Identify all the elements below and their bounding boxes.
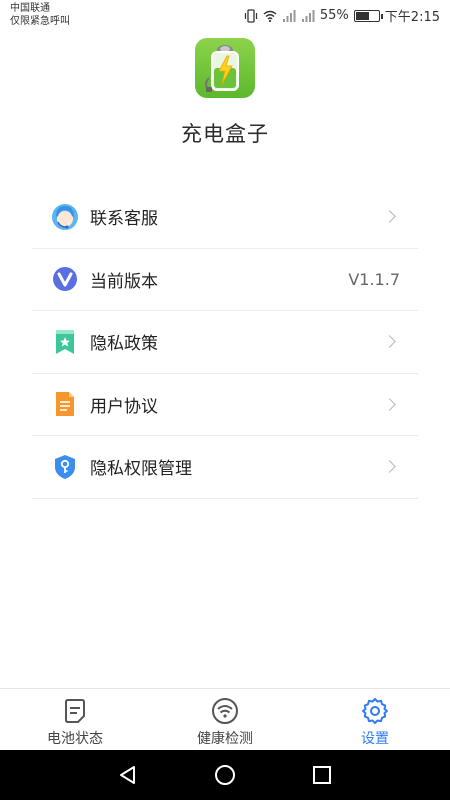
settings-icon <box>361 697 389 725</box>
menu-item-label: 隐私权限管理 <box>90 459 192 480</box>
carrier-name: 中国联通 <box>10 3 50 14</box>
home-button[interactable] <box>212 762 238 788</box>
menu-item-contact-support[interactable]: 联系客服 <box>32 186 418 249</box>
system-navigation-bar <box>0 750 450 800</box>
battery-fill <box>355 11 369 20</box>
menu-item-privacy-permissions[interactable]: 隐私权限管理 <box>32 436 418 499</box>
chevron-right-icon <box>383 210 396 224</box>
menu-item-privacy-policy[interactable]: 隐私政策 <box>32 311 418 374</box>
health-check-icon <box>211 697 239 725</box>
carrier-info: 中国联通 仅限紧急呼叫 <box>10 2 70 28</box>
status-icons: 55% 下午2:15 <box>244 6 440 25</box>
menu-item-label: 隐私政策 <box>90 334 158 355</box>
menu-item-label: 当前版本 <box>90 271 158 292</box>
menu-item-label: 用户协议 <box>90 396 158 417</box>
battery-percent: 55% <box>319 8 349 23</box>
battery-charging-logo-icon <box>205 45 239 92</box>
status-bar: 中国联通 仅限紧急呼叫 55% 下午2:15 <box>0 0 450 32</box>
user-agreement-icon <box>50 389 80 419</box>
home-circle-icon <box>214 765 235 785</box>
signal-icon-1 <box>282 9 296 22</box>
version-icon <box>50 264 80 294</box>
vibrate-icon <box>244 8 257 23</box>
chevron-right-icon <box>383 335 396 349</box>
recent-square-icon <box>312 766 331 784</box>
tab-label: 健康检测 <box>197 731 253 747</box>
version-value: V1.1.7 <box>348 269 400 289</box>
battery-icon <box>353 9 383 22</box>
bottom-tab-bar: 电池状态 健康检测 设置 <box>0 688 450 750</box>
tab-label: 设置 <box>361 731 389 747</box>
settings-menu: 联系客服 当前版本 V1.1.7 隐私政策 用户协议 隐私权限管理 <box>32 186 418 499</box>
signal-icon-2 <box>301 9 315 22</box>
chevron-right-icon <box>383 460 396 474</box>
app-title: 充电盒子 <box>181 122 269 146</box>
back-triangle-icon <box>120 766 136 784</box>
privacy-permission-icon <box>50 452 80 482</box>
tab-battery-status[interactable]: 电池状态 <box>0 689 150 750</box>
menu-item-current-version[interactable]: 当前版本 V1.1.7 <box>32 249 418 311</box>
tab-health-check[interactable]: 健康检测 <box>150 689 300 750</box>
menu-item-label: 联系客服 <box>90 209 158 230</box>
clock: 下午2:15 <box>384 10 440 25</box>
carrier-status: 仅限紧急呼叫 <box>10 16 70 27</box>
recent-apps-button[interactable] <box>309 762 335 788</box>
app-logo <box>195 38 255 98</box>
chevron-right-icon <box>383 397 396 411</box>
privacy-policy-icon <box>50 327 80 357</box>
back-button[interactable] <box>115 762 141 788</box>
customer-service-icon <box>50 202 80 232</box>
wifi-icon <box>263 10 277 22</box>
menu-item-user-agreement[interactable]: 用户协议 <box>32 374 418 436</box>
tab-label: 电池状态 <box>47 731 103 747</box>
tab-settings[interactable]: 设置 <box>300 689 450 750</box>
battery-status-icon <box>61 697 89 725</box>
